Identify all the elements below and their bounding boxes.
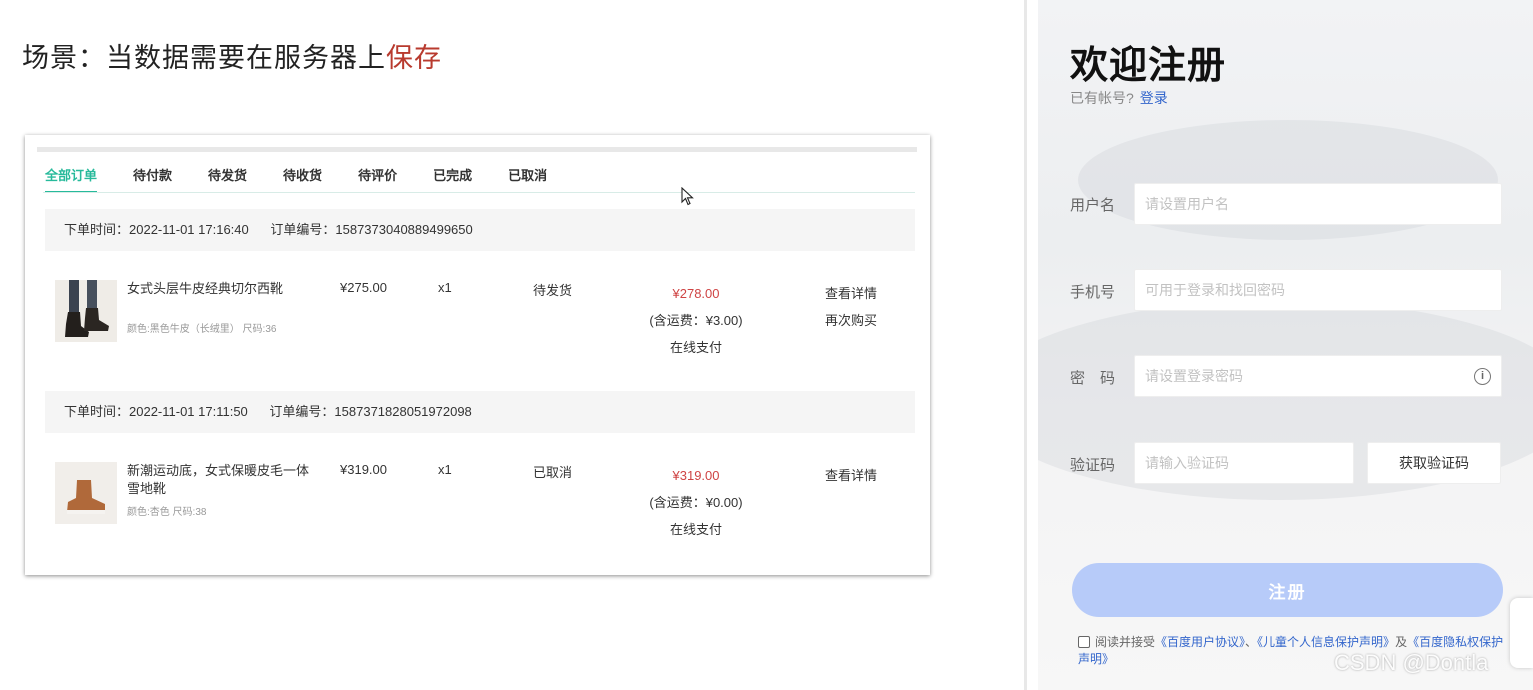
payment-info: ¥319.00 (含运费：¥0.00) 在线支付 (645, 462, 747, 543)
password-visibility-icon[interactable]: i (1474, 368, 1491, 385)
tabs-underline (43, 192, 915, 193)
goods-quantity: x1 (438, 462, 452, 477)
card-top-bar (37, 147, 917, 152)
tab-pending-shipment[interactable]: 待发货 (208, 165, 247, 193)
tab-pending-receipt[interactable]: 待收货 (283, 165, 322, 193)
slide-title-highlight: 保存 (386, 43, 442, 73)
pay-type: 在线支付 (669, 340, 722, 355)
order-header: 下单时间：2022-11-01 17:11:50 订单编号：1587371828… (45, 391, 915, 433)
username-label: 用户名 (1070, 197, 1116, 214)
order-goods-row: 新潮运动底，女式保暖皮毛一体雪地靴 颜色:杏色 尺码:38 ¥319.00 x1… (55, 452, 915, 537)
have-account-label: 已有帐号? (1070, 90, 1134, 106)
child-privacy-link[interactable]: 《儿童个人信息保护声明》 (1257, 635, 1395, 649)
order-actions: 查看详情 再次购买 (825, 280, 877, 334)
mouse-cursor-icon (681, 187, 694, 206)
order-number: 订单编号：1587371828051972098 (269, 404, 472, 419)
code-input[interactable] (1134, 442, 1354, 484)
order-status: 待发货 (533, 283, 573, 298)
user-agreement-link[interactable]: 《百度用户协议》 (1155, 635, 1245, 649)
orders-card: 全部订单 待付款 待发货 待收货 待评价 已完成 已取消 下单时间：2022-1… (25, 135, 930, 575)
freight: (含运费：¥0.00) (649, 495, 743, 510)
pay-total: ¥319.00 (672, 468, 720, 483)
register-panel: 欢迎注册 已有帐号?登录 用户名 手机号 密 码 i 验证码 获取验证码 注册 … (1038, 0, 1533, 690)
login-link[interactable]: 登录 (1140, 90, 1168, 106)
goods-name[interactable]: 新潮运动底，女式保暖皮毛一体雪地靴 (127, 462, 317, 498)
goods-attributes: 颜色:杏色 尺码:38 (127, 507, 207, 518)
order-goods-row: 女式头层牛皮经典切尔西靴 颜色:黑色牛皮（长绒里） 尺码:36 ¥275.00 … (55, 270, 915, 355)
pay-type: 在线支付 (669, 522, 722, 537)
view-details-link[interactable]: 查看详情 (825, 280, 877, 307)
get-code-button[interactable]: 获取验证码 (1367, 442, 1501, 484)
agreement-checkbox[interactable] (1078, 636, 1090, 648)
password-input[interactable] (1134, 355, 1502, 397)
goods-name[interactable]: 女式头层牛皮经典切尔西靴 (127, 280, 317, 298)
order-tabs: 全部订单 待付款 待发货 待收货 待评价 已完成 已取消 (45, 165, 583, 195)
username-input[interactable] (1134, 183, 1502, 225)
agreement-prefix: 阅读并接受 (1095, 635, 1156, 649)
watermark-text: CSDN @Dontla (1334, 650, 1489, 675)
goods-price: ¥319.00 (340, 462, 387, 477)
phone-input[interactable] (1134, 269, 1502, 311)
buy-again-link[interactable]: 再次购买 (825, 307, 877, 334)
slide-title-text: 场景：当数据需要在服务器上 (22, 43, 386, 73)
tab-cancelled[interactable]: 已取消 (508, 165, 547, 193)
view-details-link[interactable]: 查看详情 (825, 462, 877, 489)
panel-divider (1024, 0, 1027, 690)
pay-total: ¥278.00 (672, 286, 720, 301)
payment-info: ¥278.00 (含运费：¥3.00) 在线支付 (645, 280, 747, 361)
tab-completed[interactable]: 已完成 (433, 165, 472, 193)
tab-pending-payment[interactable]: 待付款 (133, 165, 172, 193)
slide-title: 场景：当数据需要在服务器上保存 (22, 36, 442, 75)
tab-pending-review[interactable]: 待评价 (358, 165, 397, 193)
order-time: 下单时间：2022-11-01 17:11:50 (64, 404, 248, 419)
tab-all-orders[interactable]: 全部订单 (45, 165, 98, 193)
side-edge-tab[interactable] (1510, 598, 1533, 668)
goods-quantity: x1 (438, 280, 452, 295)
goods-price: ¥275.00 (340, 280, 387, 295)
agreement-separator: 、 (1245, 635, 1258, 649)
order-header: 下单时间：2022-11-01 17:16:40 订单编号：1587373040… (45, 209, 915, 251)
code-label: 验证码 (1070, 457, 1116, 474)
freight: (含运费：¥3.00) (649, 313, 743, 328)
order-status: 已取消 (533, 465, 573, 480)
goods-image[interactable] (55, 462, 117, 524)
order-time: 下单时间：2022-11-01 17:16:40 (64, 222, 249, 237)
have-account-text: 已有帐号? 登录 (1070, 88, 1168, 108)
goods-image[interactable] (55, 280, 117, 342)
order-actions: 查看详情 (825, 462, 877, 489)
register-submit-button[interactable]: 注册 (1072, 563, 1503, 617)
goods-attributes: 颜色:黑色牛皮（长绒里） 尺码:36 (127, 324, 277, 335)
phone-label: 手机号 (1070, 284, 1116, 301)
register-title: 欢迎注册 (1070, 45, 1227, 87)
agreement-and: 及 (1395, 635, 1408, 649)
password-label: 密 码 (1070, 370, 1116, 387)
order-number: 订单编号：1587373040889499650 (270, 222, 473, 237)
